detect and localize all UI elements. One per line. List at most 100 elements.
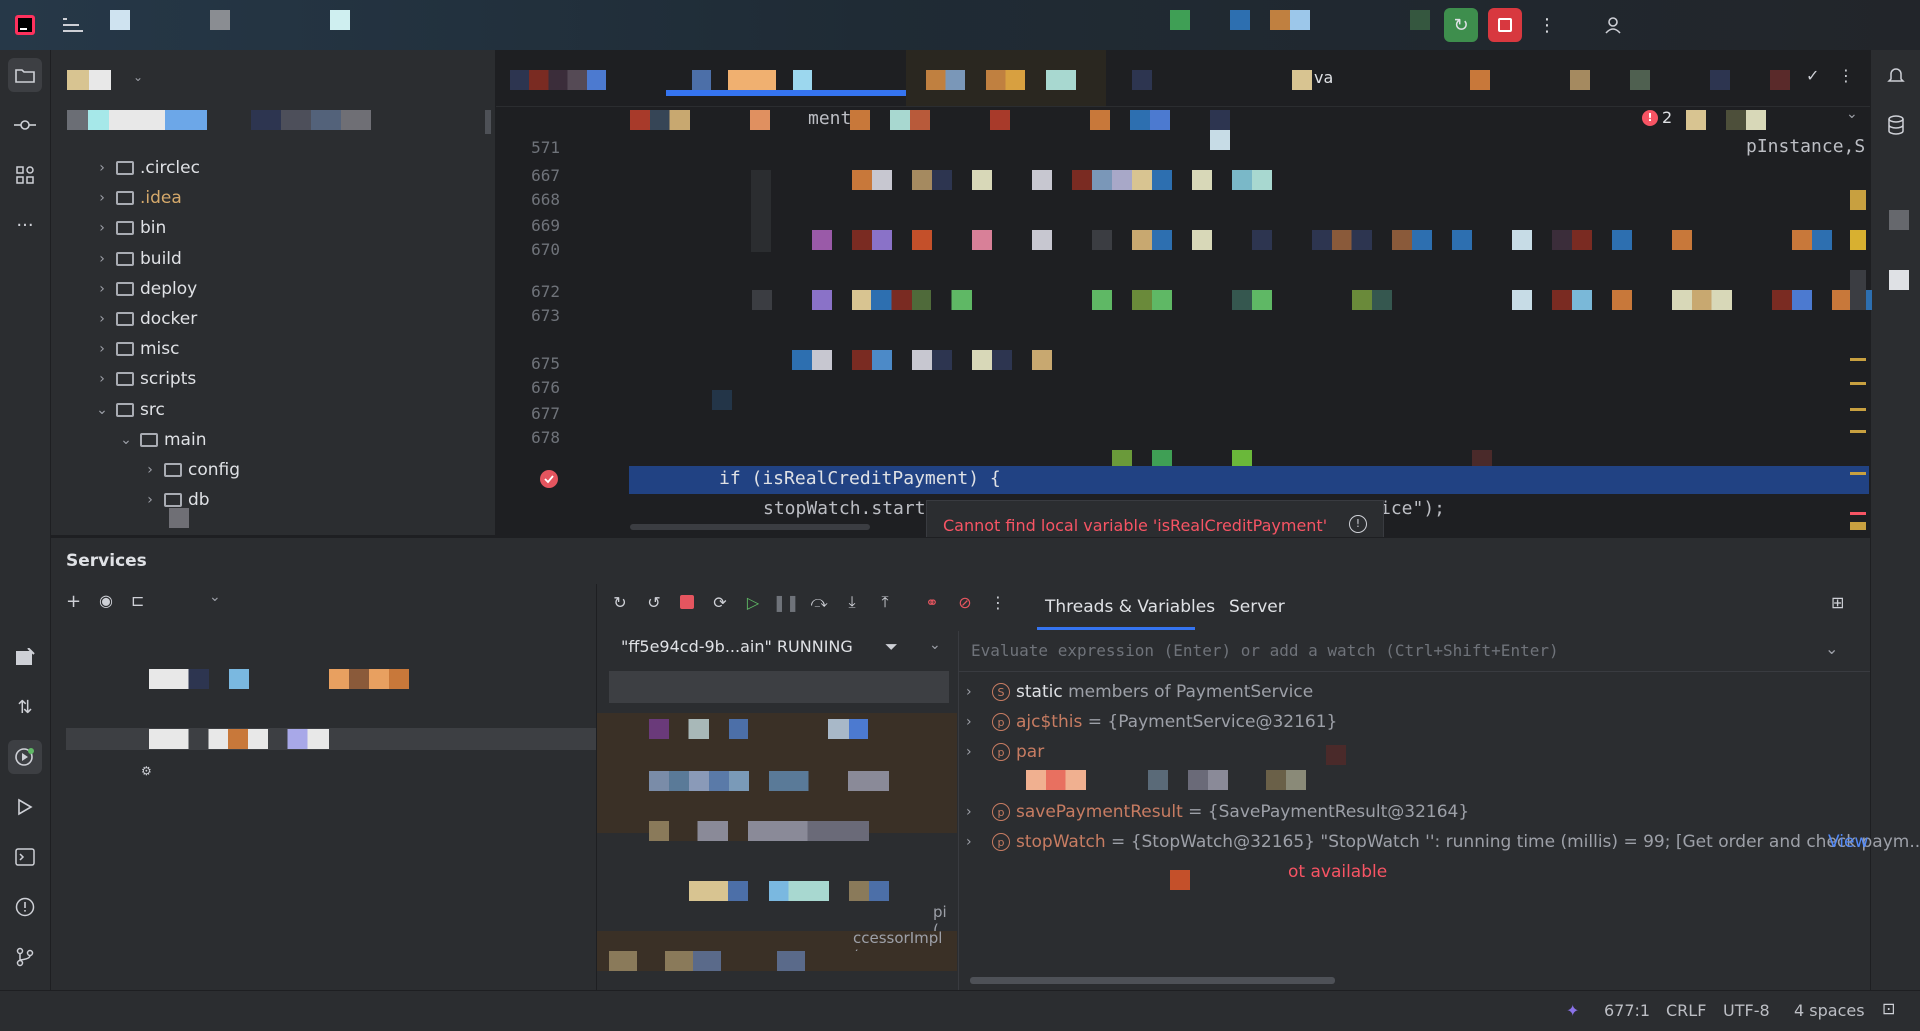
thread-status[interactable]: "ff5e94cd-9b...ain" RUNNING <box>621 637 853 656</box>
tree-item-main[interactable]: ⌄ main <box>116 425 206 455</box>
mute-breakpoints-icon[interactable]: ⊘ <box>952 589 978 615</box>
line-separator[interactable]: CRLF <box>1666 1001 1706 1020</box>
chevron-right-icon[interactable]: › <box>140 462 160 478</box>
stop-icon[interactable] <box>1488 8 1522 42</box>
checkmark-icon[interactable]: ✓ <box>1806 66 1819 85</box>
commit-icon[interactable] <box>8 108 42 142</box>
tree-item-scripts[interactable]: › scripts <box>92 364 196 394</box>
pause-icon[interactable]: ❚❚ <box>773 589 800 615</box>
layout-icon[interactable]: ⊞ <box>1831 593 1844 612</box>
tree-item-deploy[interactable]: › deploy <box>92 274 197 304</box>
horizontal-scrollbar[interactable] <box>970 977 1335 984</box>
ai-assistant-icon[interactable]: ✦ <box>1566 1001 1579 1020</box>
tree-item-build[interactable]: › build <box>92 244 182 274</box>
tree-item-src[interactable]: ⌄ src <box>92 395 165 425</box>
chevron-right-icon[interactable]: › <box>92 281 112 297</box>
app-logo-icon[interactable] <box>8 8 42 42</box>
marker[interactable] <box>1850 382 1866 385</box>
more-tools-icon[interactable]: ··· <box>8 208 42 242</box>
step-into-icon[interactable]: ⤓ <box>839 589 865 615</box>
user-icon[interactable] <box>1596 8 1630 42</box>
error-count[interactable]: 2 <box>1662 108 1672 127</box>
pull-requests-icon[interactable]: ⇅ <box>8 690 42 724</box>
chevron-down-icon[interactable]: ⌄ <box>1825 639 1838 658</box>
variable-row[interactable]: › p stopWatch = {StopWatch@32165} "StopWat… <box>966 828 1920 856</box>
chevron-down-icon[interactable]: ⌄ <box>209 589 221 605</box>
main-menu-icon[interactable] <box>56 8 90 42</box>
editor-scrollbar-thumb[interactable] <box>1850 270 1866 310</box>
view-link[interactable]: View <box>1828 832 1868 852</box>
file-encoding[interactable]: UTF-8 <box>1723 1001 1770 1020</box>
git-icon[interactable] <box>8 940 42 974</box>
rerun-failed-icon[interactable]: ↺ <box>641 589 667 615</box>
variable-row[interactable]: › Sstatic members of PaymentService <box>966 678 1313 706</box>
new-group-icon[interactable]: ⊏ <box>131 591 144 610</box>
chevron-right-icon[interactable]: › <box>966 744 986 760</box>
filter-icon[interactable]: ⏷ <box>885 637 898 657</box>
marker[interactable] <box>1850 408 1866 411</box>
chevron-down-icon[interactable]: ⌄ <box>929 637 941 653</box>
selected-service-row[interactable] <box>66 728 596 750</box>
add-icon[interactable]: + <box>66 591 81 612</box>
marker[interactable] <box>1850 190 1866 210</box>
more-actions-icon[interactable]: ⋮ <box>1530 8 1564 42</box>
stop-icon[interactable] <box>674 589 700 615</box>
tab-threads-variables[interactable]: Threads & Variables <box>1045 597 1215 617</box>
chevron-right-icon[interactable]: › <box>966 714 986 730</box>
restart-icon[interactable]: ⟳ <box>707 589 733 615</box>
rerun-icon[interactable]: ↻ <box>1444 8 1478 42</box>
variable-row[interactable]: › p savePaymentResult = {SavePaymentResult… <box>966 798 1469 826</box>
variable-row[interactable]: › p par <box>966 738 1044 766</box>
breakpoint-icon[interactable] <box>540 470 558 488</box>
chevron-right-icon[interactable]: › <box>92 251 112 267</box>
selected-frame-row[interactable] <box>609 671 949 703</box>
indent-setting[interactable]: 4 spaces <box>1794 1001 1865 1020</box>
structure-icon[interactable] <box>8 158 42 192</box>
error-icon[interactable]: ! <box>1642 110 1658 126</box>
problems-icon[interactable] <box>8 890 42 924</box>
chevron-right-icon[interactable]: › <box>92 371 112 387</box>
tab-options-icon[interactable]: ⋮ <box>1838 66 1854 85</box>
scrollbar-thumb[interactable] <box>485 110 491 134</box>
next-line-code[interactable]: stopWatch.start <box>763 498 926 519</box>
lock-icon[interactable]: ⊡ <box>1882 999 1895 1018</box>
marker[interactable] <box>1850 472 1866 475</box>
chevron-down-icon[interactable]: ⌄ <box>133 70 143 84</box>
step-over-icon[interactable]: ⤼ <box>806 589 832 615</box>
chevron-right-icon[interactable]: › <box>140 492 160 508</box>
tree-item-circlec[interactable]: › .circlec <box>92 153 200 183</box>
chevron-right-icon[interactable]: › <box>92 160 112 176</box>
tree-item-misc[interactable]: › misc <box>92 334 179 364</box>
terminal-icon[interactable] <box>8 840 42 874</box>
chevron-down-icon[interactable]: ⌄ <box>92 402 112 418</box>
chevron-down-icon[interactable]: ⌄ <box>116 432 136 448</box>
tab-java-label[interactable]: va <box>1314 68 1333 87</box>
database-icon[interactable] <box>1879 108 1913 142</box>
bookmark-icon[interactable] <box>8 640 42 674</box>
chevron-right-icon[interactable]: › <box>92 311 112 327</box>
run-icon[interactable] <box>8 790 42 824</box>
evaluate-input[interactable]: Evaluate expression (Enter) or add a wat… <box>971 641 1559 660</box>
chevron-right-icon[interactable]: › <box>966 684 986 700</box>
chevron-down-icon[interactable]: ⌄ <box>1846 106 1858 122</box>
rerun-icon[interactable]: ↻ <box>607 589 633 615</box>
notifications-icon[interactable] <box>1879 58 1913 92</box>
chevron-right-icon[interactable]: › <box>92 220 112 236</box>
step-out-icon[interactable]: ⤒ <box>872 589 898 615</box>
variable-row[interactable]: › p ajc$this = {PaymentService@32161} <box>966 708 1337 736</box>
eye-icon[interactable]: ◉ <box>99 591 113 610</box>
next-line-tail[interactable]: ice"); <box>1380 498 1445 519</box>
tree-item-bin[interactable]: › bin <box>92 213 166 243</box>
marker[interactable] <box>1850 230 1866 250</box>
resume-icon[interactable]: ▷ <box>740 589 766 615</box>
tab-server[interactable]: Server <box>1229 597 1285 617</box>
tree-item-idea[interactable]: › .idea <box>92 183 182 213</box>
view-breakpoints-icon[interactable]: ⚭ <box>919 589 945 615</box>
chevron-right-icon[interactable]: › <box>966 834 986 850</box>
marker[interactable] <box>1850 430 1866 433</box>
horizontal-scrollbar[interactable] <box>630 524 870 530</box>
services-icon[interactable] <box>8 740 42 774</box>
marker[interactable] <box>1850 512 1866 515</box>
info-icon[interactable]: ! <box>1349 515 1367 533</box>
more-icon[interactable]: ⋮ <box>985 589 1011 615</box>
